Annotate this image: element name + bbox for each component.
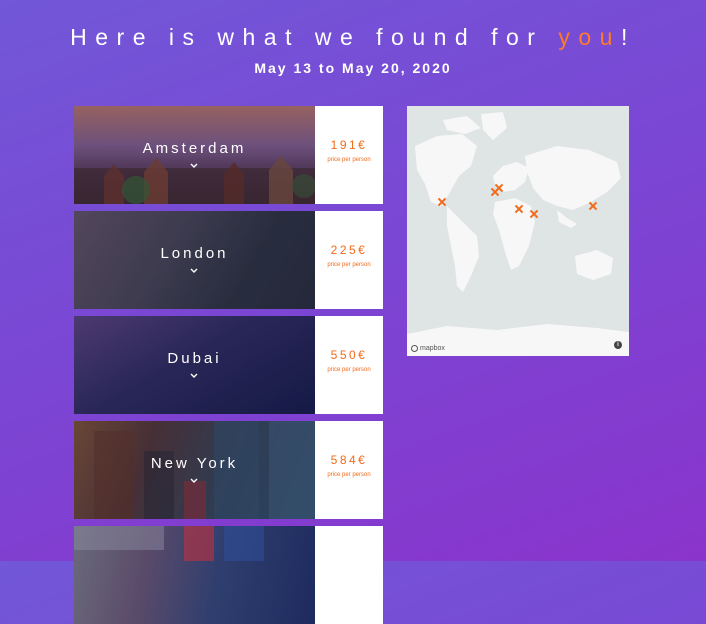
- price-box: [315, 526, 383, 624]
- price: 225€: [330, 243, 368, 257]
- results-headline: Here is what we found for you!: [0, 24, 706, 51]
- chevron-down-icon[interactable]: [189, 477, 199, 485]
- city-name: Amsterdam: [142, 140, 247, 157]
- price-note: price per person: [327, 262, 371, 268]
- city-name: London: [160, 245, 229, 262]
- headline-suffix: !: [620, 24, 636, 50]
- price-box: 191€ price per person: [315, 106, 383, 204]
- chevron-down-icon[interactable]: [189, 267, 199, 275]
- city-name: Dubai: [167, 350, 222, 367]
- price-note: price per person: [327, 157, 371, 163]
- price: 584€: [330, 453, 368, 467]
- price: 550€: [330, 348, 368, 362]
- price-note: price per person: [327, 472, 371, 478]
- city-name: New York: [150, 455, 239, 472]
- destination-card-5[interactable]: [74, 526, 383, 624]
- destination-card-london[interactable]: London 225€ price per person: [74, 211, 383, 309]
- price-note: price per person: [327, 367, 371, 373]
- mapbox-logo[interactable]: mapbox: [411, 345, 445, 352]
- destination-card-dubai[interactable]: Dubai 550€ price per person: [74, 316, 383, 414]
- headline-prefix: Here is what we found for: [70, 24, 559, 50]
- chevron-down-icon[interactable]: [189, 372, 199, 380]
- price-box: 550€ price per person: [315, 316, 383, 414]
- chevron-down-icon[interactable]: [189, 162, 199, 170]
- price-box: 225€ price per person: [315, 211, 383, 309]
- mapbox-logo-icon: [411, 345, 418, 352]
- mapbox-attribution: mapbox: [420, 345, 445, 352]
- world-map: [407, 106, 629, 356]
- destination-card-new-york[interactable]: New York 584€ price per person: [74, 421, 383, 519]
- info-icon[interactable]: i: [614, 341, 622, 349]
- destination-photo: [74, 526, 315, 624]
- date-range: May 13 to May 20, 2020: [254, 60, 452, 76]
- headline-accent: you: [558, 24, 621, 50]
- price-box: 584€ price per person: [315, 421, 383, 519]
- destination-card-amsterdam[interactable]: Amsterdam 191€ price per person: [74, 106, 383, 204]
- destinations-map[interactable]: mapbox i: [407, 106, 629, 356]
- price: 191€: [330, 138, 368, 152]
